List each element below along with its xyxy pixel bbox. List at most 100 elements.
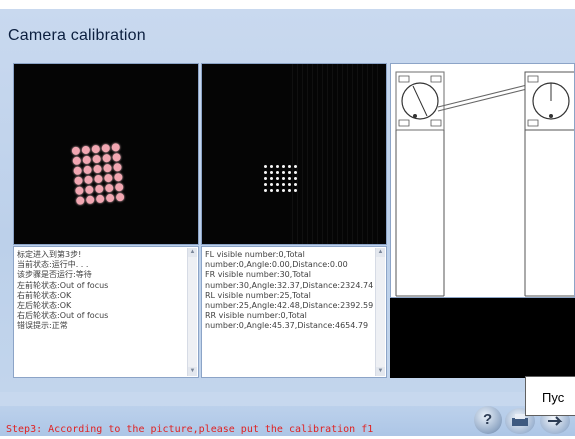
calibration-target-right xyxy=(264,165,297,192)
scrollbar[interactable]: ▲ ▼ xyxy=(375,248,385,376)
camera-view-right xyxy=(201,63,387,245)
calibration-dot xyxy=(288,183,291,186)
calibration-dot xyxy=(264,177,267,180)
log-line: FR visible number:30,Total xyxy=(205,270,311,280)
log-line: FL visible number:0,Total xyxy=(205,250,305,259)
calibration-dot xyxy=(93,164,102,174)
calibration-dot xyxy=(288,171,291,174)
calibration-dot xyxy=(113,162,122,172)
calibration-dot xyxy=(288,177,291,180)
calibration-dot xyxy=(85,185,94,195)
help-button[interactable]: ? xyxy=(474,406,502,434)
calibration-dot xyxy=(294,183,297,186)
calibration-target-left xyxy=(71,143,125,205)
calibration-dot xyxy=(282,189,285,192)
log-line: 错误提示:正常 xyxy=(17,321,68,331)
calibration-dot xyxy=(83,165,92,175)
calibration-diagram xyxy=(390,63,575,298)
calibration-dot xyxy=(282,177,285,180)
calibration-dot xyxy=(115,192,125,202)
calibration-dot xyxy=(81,145,91,155)
scroll-down-arrow-icon[interactable]: ▼ xyxy=(376,367,385,376)
calibration-dot xyxy=(95,194,105,204)
calibration-dot xyxy=(101,143,111,153)
calibration-dot xyxy=(111,143,121,152)
calibration-dot xyxy=(282,165,285,168)
calibration-dot xyxy=(73,166,82,176)
calibration-dot xyxy=(276,171,279,174)
log-line: 标定进入到第3步! xyxy=(17,250,82,259)
status-log-right-text: FL visible number:0,Total number:0,Angle:… xyxy=(205,250,374,332)
window-title: Camera calibration xyxy=(8,27,146,44)
camera-view-left xyxy=(13,63,199,245)
calibration-dot xyxy=(91,144,101,154)
calibration-dot xyxy=(102,153,111,163)
log-line: 当前状态:运行中. . . xyxy=(17,260,89,270)
calibration-dot xyxy=(103,163,112,173)
calibration-dot xyxy=(294,177,297,180)
scrollbar[interactable]: ▲ ▼ xyxy=(187,248,197,376)
log-line: number:0,Angle:0.00,Distance:0.00 xyxy=(205,260,348,270)
scroll-up-arrow-icon[interactable]: ▲ xyxy=(376,248,385,257)
calibration-dot xyxy=(288,189,291,192)
calibration-dot xyxy=(276,183,279,186)
log-line: number:30,Angle:32.37,Distance:2324.74 xyxy=(205,280,374,290)
calibration-dot xyxy=(71,146,81,156)
calibration-dot xyxy=(294,171,297,174)
wheel-diagram xyxy=(395,71,574,297)
top-bar xyxy=(0,0,575,9)
calibration-dot xyxy=(276,165,279,168)
calibration-dot xyxy=(94,184,104,194)
log-line: 右后轮状态:Out of focus xyxy=(17,311,109,321)
calibration-dot xyxy=(112,152,121,162)
status-log-left[interactable]: 标定进入到第3步! 当前状态:运行中. . . 该步骤是否运行:等待 左前轮状态:Ou… xyxy=(13,246,199,378)
calibration-dot xyxy=(276,189,279,192)
calibration-dot xyxy=(105,193,115,203)
help-icon: ? xyxy=(483,411,493,428)
calibration-dot xyxy=(92,154,102,164)
log-line: RR visible number:0,Total xyxy=(205,311,307,321)
status-log-left-text: 标定进入到第3步! 当前状态:运行中. . . 该步骤是否运行:等待 左前轮状态:Ou… xyxy=(17,250,186,332)
tooltip: Пус xyxy=(525,376,575,416)
camera-view-black xyxy=(390,298,575,378)
calibration-dot xyxy=(74,176,83,186)
calibration-dot xyxy=(104,173,113,183)
camera-noise xyxy=(292,64,382,244)
calibration-dot xyxy=(264,183,267,186)
calibration-dot xyxy=(264,189,267,192)
calibration-dot xyxy=(270,177,273,180)
calibration-dot xyxy=(82,155,92,165)
calibration-dot xyxy=(270,183,273,186)
calibration-dot xyxy=(72,156,82,166)
scroll-down-arrow-icon[interactable]: ▼ xyxy=(188,367,197,376)
calibration-dot xyxy=(282,183,285,186)
calibration-dot xyxy=(114,182,124,192)
calibration-dot xyxy=(288,165,291,168)
calibration-dot xyxy=(276,177,279,180)
log-line: number:25,Angle:42.48,Distance:2392.59 xyxy=(205,301,374,311)
status-divider xyxy=(0,392,575,406)
calibration-dot xyxy=(114,172,123,182)
scroll-up-arrow-icon[interactable]: ▲ xyxy=(188,248,197,257)
calibration-dot xyxy=(104,183,114,193)
log-line: 左前轮状态:Out of focus xyxy=(17,280,109,290)
log-line: number:0,Angle:45.37,Distance:4654.79 xyxy=(205,321,369,331)
calibration-dot xyxy=(264,171,267,174)
calibration-dot xyxy=(94,174,103,184)
status-log-right[interactable]: FL visible number:0,Total number:0,Angle:… xyxy=(201,246,387,378)
calibration-dot xyxy=(75,186,84,196)
calibration-dot xyxy=(270,165,273,168)
log-line: 该步骤是否运行:等待 xyxy=(17,270,92,280)
calibration-dot xyxy=(264,165,267,168)
calibration-dot xyxy=(75,196,85,205)
calibration-dot xyxy=(294,189,297,192)
tooltip-text: Пус xyxy=(542,390,565,405)
calibration-dot xyxy=(270,189,273,192)
log-line: 右前轮状态:OK xyxy=(17,290,72,300)
log-line: 左后轮状态:OK xyxy=(17,301,72,311)
calibration-dot xyxy=(282,171,285,174)
calibration-dot xyxy=(85,195,95,205)
log-line: RL visible number:25,Total xyxy=(205,290,311,300)
calibration-dot xyxy=(270,171,273,174)
step-instruction-text: Step3: According to the picture,please p… xyxy=(6,424,374,435)
